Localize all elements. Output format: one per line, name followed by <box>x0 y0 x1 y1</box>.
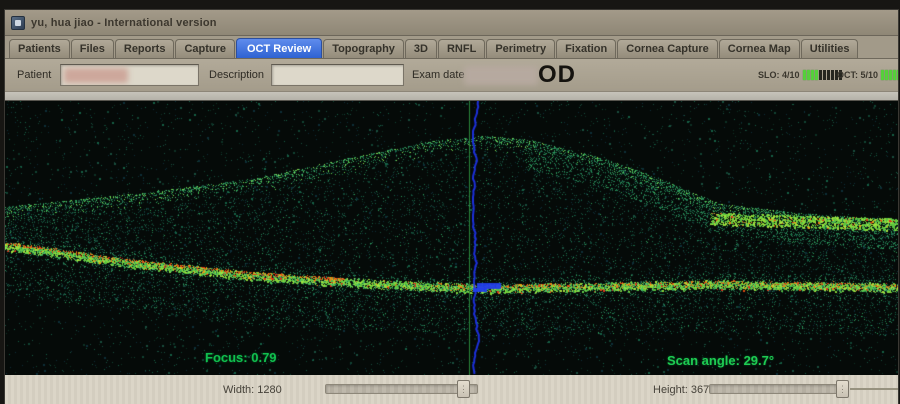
width-slider-track[interactable] <box>325 384 478 394</box>
tab-patients[interactable]: Patients <box>9 39 70 58</box>
description-input[interactable] <box>271 64 404 86</box>
height-slider-thumb[interactable] <box>836 380 849 398</box>
signal-bar <box>889 70 892 80</box>
panel-divider <box>5 92 898 101</box>
tab-files[interactable]: Files <box>71 39 114 58</box>
oct-bscan-image[interactable] <box>5 101 898 375</box>
tab-cornea-map[interactable]: Cornea Map <box>719 39 800 58</box>
width-slider-thumb[interactable] <box>457 380 470 398</box>
oct-signal-bars <box>881 70 898 80</box>
app-icon <box>11 16 25 30</box>
exam-date-redacted <box>464 66 538 85</box>
footer-controls: Width: 1280 Height: 367 <box>5 375 898 404</box>
signal-bar <box>807 70 810 80</box>
tab-rnfl[interactable]: RNFL <box>438 39 485 58</box>
patient-label: Patient <box>17 69 51 81</box>
tab-oct-review[interactable]: OCT Review <box>236 38 322 58</box>
focus-readout: Focus: 0.79 <box>205 350 277 365</box>
width-slider-label: Width: 1280 <box>223 384 282 396</box>
toolbar: Patient Description Exam date OD SLO: 4/… <box>5 59 898 92</box>
signal-bar <box>831 70 834 80</box>
tab-utilities[interactable]: Utilities <box>801 39 859 58</box>
tab-topography[interactable]: Topography <box>323 39 404 58</box>
signal-bar <box>897 70 898 80</box>
slo-signal-label: SLO: 4/10 <box>758 70 800 80</box>
tab-capture[interactable]: Capture <box>175 39 235 58</box>
signal-bar <box>881 70 884 80</box>
signal-bar <box>893 70 896 80</box>
height-slider-label: Height: 367 <box>653 384 709 396</box>
slo-signal-indicator: SLO: 4/10 <box>758 70 843 80</box>
height-slider-track[interactable] <box>709 384 839 394</box>
tab-perimetry[interactable]: Perimetry <box>486 39 555 58</box>
signal-bar <box>827 70 830 80</box>
tab-3d[interactable]: 3D <box>405 39 437 58</box>
title-bar: yu, hua jiao - International version <box>5 10 898 36</box>
window-title: yu, hua jiao - International version <box>31 17 217 29</box>
exam-date-label: Exam date <box>412 69 465 81</box>
patient-input[interactable] <box>60 64 199 86</box>
tab-fixation[interactable]: Fixation <box>556 39 616 58</box>
height-slider-track-rest[interactable] <box>850 388 898 390</box>
eye-side-label: OD <box>538 61 576 89</box>
oct-signal-indicator: OCT: 5/10 <box>837 70 898 80</box>
signal-bar <box>811 70 814 80</box>
oct-bscan-viewport[interactable]: Focus: 0.79 Scan angle: 29.7° <box>5 101 898 375</box>
tab-bar: PatientsFilesReportsCaptureOCT ReviewTop… <box>5 36 898 59</box>
patient-name-redacted <box>64 68 128 83</box>
tab-cornea-capture[interactable]: Cornea Capture <box>617 39 718 58</box>
scan-angle-readout: Scan angle: 29.7° <box>667 353 774 368</box>
signal-bar <box>823 70 826 80</box>
signal-bar <box>819 70 822 80</box>
oct-signal-label: OCT: 5/10 <box>837 70 878 80</box>
signal-bar <box>803 70 806 80</box>
tab-reports[interactable]: Reports <box>115 39 175 58</box>
description-label: Description <box>209 69 264 81</box>
application-window: yu, hua jiao - International version Pat… <box>5 10 898 404</box>
signal-bar <box>885 70 888 80</box>
signal-bar <box>815 70 818 80</box>
